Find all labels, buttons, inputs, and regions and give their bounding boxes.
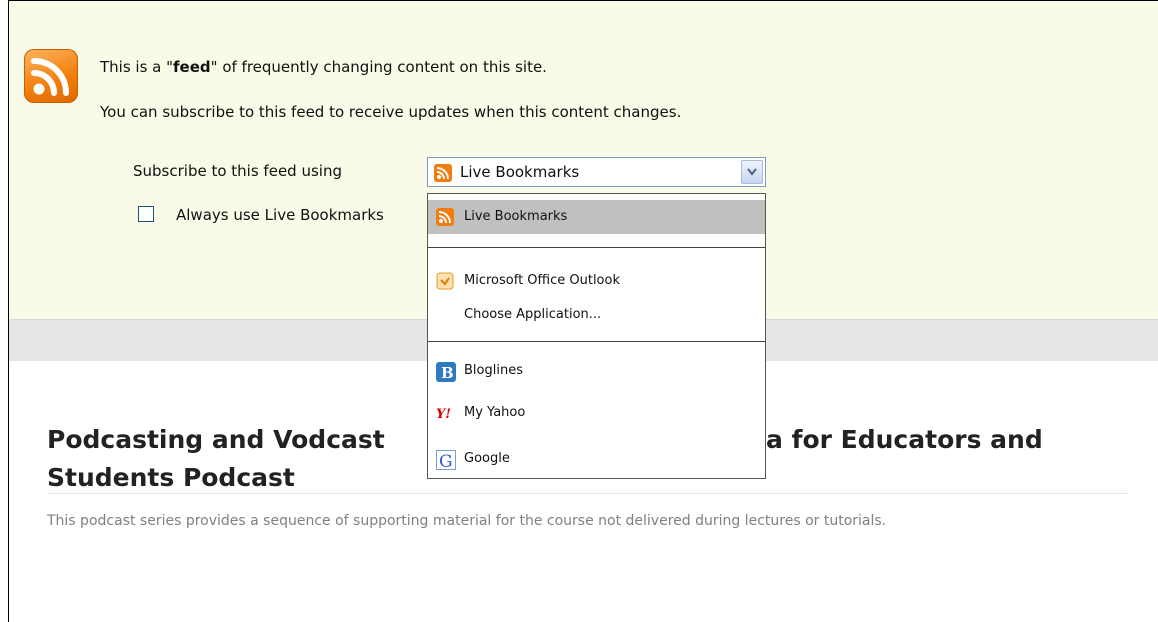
rss-icon bbox=[434, 164, 452, 186]
feed-description-line1: This is a "feed" of frequently changing … bbox=[100, 58, 547, 76]
always-use-checkbox[interactable] bbox=[138, 206, 154, 222]
outlook-icon bbox=[436, 272, 454, 290]
always-use-label: Always use Live Bookmarks bbox=[176, 206, 384, 224]
option-label: Live Bookmarks bbox=[464, 209, 568, 224]
option-choose-application[interactable]: Choose Application... bbox=[428, 298, 765, 332]
option-google[interactable]: G Google bbox=[428, 442, 765, 476]
option-label: Microsoft Office Outlook bbox=[464, 273, 620, 288]
bloglines-icon: B bbox=[436, 362, 456, 382]
rss-icon bbox=[436, 208, 454, 226]
option-outlook[interactable]: Microsoft Office Outlook bbox=[428, 264, 765, 298]
option-label: Bloglines bbox=[464, 363, 523, 378]
feed-description-line2: You can subscribe to this feed to receiv… bbox=[100, 103, 682, 121]
option-bloglines[interactable]: B Bloglines bbox=[428, 354, 765, 388]
option-live-bookmarks[interactable]: Live Bookmarks bbox=[428, 200, 765, 234]
option-label: Choose Application... bbox=[464, 307, 602, 322]
subscribe-label: Subscribe to this feed using bbox=[133, 162, 342, 180]
svg-text:Y!: Y! bbox=[436, 407, 451, 422]
dropdown-separator bbox=[428, 247, 765, 248]
svg-text:B: B bbox=[441, 364, 454, 382]
title-divider bbox=[47, 493, 1127, 494]
chevron-down-icon bbox=[747, 168, 757, 176]
selected-reader: Live Bookmarks bbox=[460, 163, 580, 181]
dropdown-separator bbox=[428, 341, 765, 342]
feed-rss-icon bbox=[24, 49, 78, 103]
google-icon: G bbox=[436, 450, 456, 472]
option-label: My Yahoo bbox=[464, 405, 526, 420]
podcast-title-right: a for Educators and bbox=[766, 425, 1043, 454]
podcast-description: This podcast series provides a sequence … bbox=[47, 513, 887, 529]
svg-text:G: G bbox=[439, 452, 453, 470]
option-label: Google bbox=[464, 451, 510, 466]
reader-dropdown-list: Live Bookmarks Microsoft Office Outlook … bbox=[427, 193, 766, 479]
dropdown-button[interactable] bbox=[741, 160, 763, 184]
subscribe-reader-select[interactable]: Live Bookmarks bbox=[427, 157, 766, 187]
option-my-yahoo[interactable]: Y! My Yahoo bbox=[428, 396, 765, 430]
yahoo-icon: Y! bbox=[436, 404, 454, 422]
